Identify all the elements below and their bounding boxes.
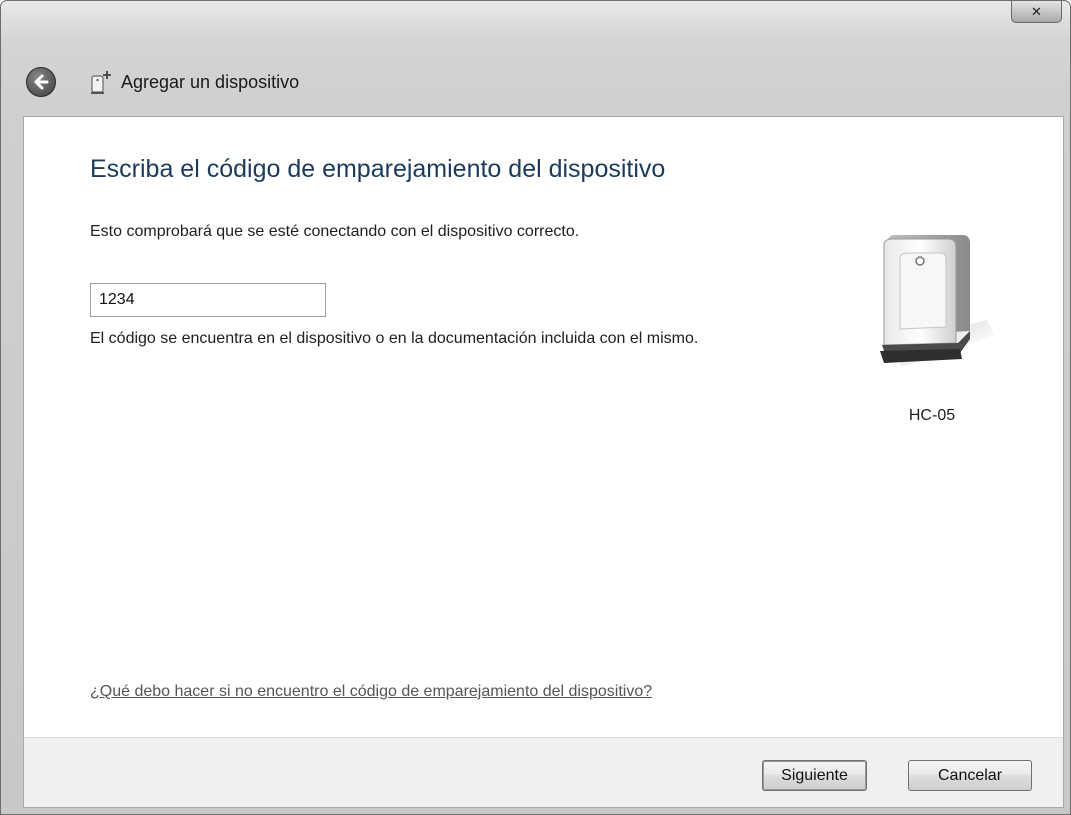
add-device-icon: [91, 71, 111, 94]
footer-bar: Siguiente Cancelar: [23, 737, 1064, 808]
back-button[interactable]: [26, 67, 56, 97]
description-text: Esto comprobará que se esté conectando c…: [90, 223, 580, 240]
dialog-window: ✕ Agregar un dispositivo Escriba el códi…: [0, 0, 1071, 815]
device-name: HC-05: [908, 407, 956, 424]
help-link[interactable]: ¿Qué debo hacer si no encuentro el códig…: [90, 683, 652, 701]
cancel-button[interactable]: Cancelar: [908, 760, 1032, 791]
close-icon: ✕: [1031, 3, 1042, 19]
next-button[interactable]: Siguiente: [762, 760, 867, 791]
pairing-code-input[interactable]: [90, 283, 326, 317]
window-title: Agregar un dispositivo: [121, 72, 300, 92]
back-arrow-icon: [34, 74, 49, 90]
bluetooth-device-icon: [880, 235, 994, 367]
close-button[interactable]: ✕: [1011, 1, 1062, 23]
page-heading: Escriba el código de emparejamiento del …: [90, 155, 666, 183]
hint-text: El código se encuentra en el dispositivo…: [90, 330, 699, 347]
content-panel: Escriba el código de emparejamiento del …: [23, 116, 1064, 737]
